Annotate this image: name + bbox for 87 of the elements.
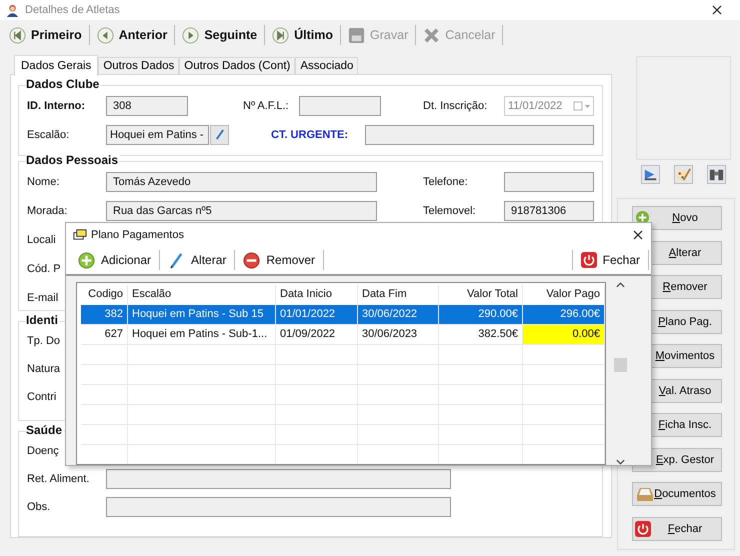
action-button[interactable]: Novo	[632, 206, 722, 230]
plus-icon	[78, 252, 95, 268]
group-title: Dados Clube	[26, 77, 102, 91]
floppy-icon	[348, 26, 366, 44]
minus-icon	[243, 252, 260, 268]
scroll-up-icon[interactable]	[616, 282, 624, 288]
money-icon	[72, 227, 87, 242]
dialog-title: Plano Pagamentos	[91, 228, 184, 240]
date-field[interactable]: 11/01/2022	[504, 96, 594, 116]
field-label: Telefone:	[423, 176, 469, 188]
field-label: Dt. Inscrição:	[423, 100, 488, 112]
field-label: E-mail	[27, 292, 58, 304]
field-label: Nome:	[27, 176, 60, 188]
close-icon[interactable]	[633, 230, 643, 240]
toolbar-button[interactable]: Primeiro	[4, 26, 87, 44]
paint-icon[interactable]	[674, 165, 692, 184]
table-cell: 290.00€	[439, 305, 523, 325]
cross-icon	[423, 26, 440, 44]
inbox-icon	[635, 486, 655, 502]
toolbar-button[interactable]: Último	[267, 26, 338, 44]
input-field[interactable]	[106, 469, 451, 489]
edit-button[interactable]	[210, 124, 229, 144]
power-icon	[580, 252, 597, 268]
input-field[interactable]: 308	[106, 96, 188, 116]
field-label: Ret. Aliment.	[27, 473, 90, 485]
table-cell: 296.00€	[523, 305, 605, 325]
field-label: Escalão:	[27, 128, 70, 140]
athlete-icon	[6, 4, 19, 16]
field-label: Natura	[27, 363, 60, 375]
group-title: Identi	[26, 313, 60, 327]
play-icon	[182, 26, 200, 44]
calendar-icon	[573, 100, 591, 110]
table-cell: 01/01/2022	[276, 305, 358, 325]
group-title: Saúde	[26, 423, 64, 437]
input-field[interactable]: Tomás Azevedo	[106, 172, 377, 192]
input-field[interactable]	[504, 172, 594, 192]
table-cell: 01/09/2022	[276, 325, 358, 345]
scanner-icon[interactable]	[640, 165, 660, 184]
group-title: Dados Pessoais	[26, 153, 120, 167]
table-row[interactable]: 382 Hoquei em Patins - Sub 15 01/01/2022 30/06/2022 290.00€ 296.00€	[81, 305, 605, 325]
table-cell: 30/06/2022	[358, 305, 439, 325]
table-row[interactable]: 627 Hoquei em Patins - Sub-1... 01/09/2022 30/06/2023 382.50€ 0.00€	[81, 325, 605, 345]
table-cell: 627	[81, 325, 128, 345]
close-button[interactable]: Fechar	[574, 252, 646, 268]
tab[interactable]: Outros Dados (Cont)	[179, 57, 296, 74]
skip-back-icon	[9, 26, 26, 44]
field-label: Contri	[27, 391, 56, 403]
field-label: Doenç	[27, 445, 59, 457]
binoculars-icon[interactable]	[706, 165, 726, 184]
window-title: Detalhes de Atletas	[25, 4, 120, 16]
skip-forward-icon	[272, 26, 290, 44]
pencil-icon	[214, 129, 225, 140]
field-label: Tp. Do	[27, 335, 60, 347]
tab[interactable]: Associado	[295, 57, 358, 74]
tab[interactable]: Dados Gerais	[14, 55, 98, 76]
power-icon	[635, 520, 651, 536]
field-label: ID. Interno:	[27, 100, 86, 112]
input-field[interactable]: 918781306	[504, 200, 594, 220]
table-cell: Hoquei em Patins - Sub 15	[128, 305, 276, 325]
input-field[interactable]	[299, 96, 381, 116]
table-cell: 30/06/2023	[358, 325, 439, 345]
table-cell: 0.00€	[523, 325, 605, 345]
input-field[interactable]: Rua das Garcas nº5	[106, 200, 377, 220]
back-icon	[96, 26, 114, 44]
scroll-down-icon[interactable]	[616, 459, 624, 465]
field-label: CT. URGENTE:	[271, 128, 349, 140]
field-label: Locali	[27, 234, 56, 246]
toolbar-button[interactable]: Alterar	[162, 252, 232, 268]
toolbar-button[interactable]: Adicionar	[72, 252, 158, 268]
toolbar-button[interactable]: Seguinte	[177, 26, 262, 44]
action-button[interactable]: Fechar	[632, 516, 722, 540]
field-label: Cód. P	[27, 262, 61, 274]
toolbar-button[interactable]: Remover	[237, 252, 322, 268]
input-field[interactable]	[365, 124, 594, 144]
field-label: Telemovel:	[423, 204, 477, 216]
tab[interactable]: Outros Dados	[98, 57, 180, 74]
close-icon[interactable]	[712, 5, 722, 15]
action-button[interactable]: Documentos	[632, 482, 722, 506]
table-cell: 382	[81, 305, 128, 325]
field-label: Morada:	[27, 204, 68, 216]
table-cell: Hoquei em Patins - Sub-1...	[128, 325, 276, 345]
field-label: Obs.	[27, 501, 52, 513]
scroll-thumb[interactable]	[614, 358, 626, 372]
toolbar-button[interactable]: Anterior	[92, 26, 172, 44]
field-label: Nº A.F.L.:	[243, 100, 290, 112]
input-field[interactable]: Hoquei em Patins -	[106, 124, 209, 144]
input-field[interactable]	[106, 497, 451, 517]
